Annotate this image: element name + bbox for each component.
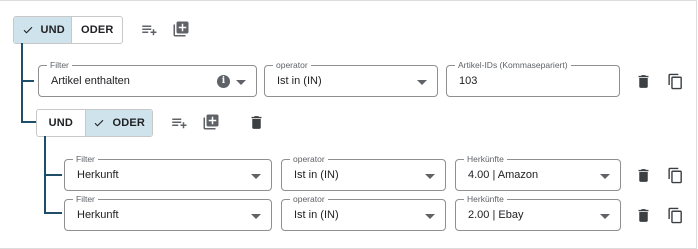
subrule-2-origin-select[interactable]: Herkünfte 2.00 | Ebay <box>455 194 621 231</box>
copy-icon <box>667 207 682 223</box>
subrule-2-delete-button[interactable] <box>632 204 654 226</box>
subgroup-add-rule-button[interactable] <box>168 112 190 134</box>
origin-value: 4.00 | Amazon <box>468 169 539 181</box>
check-icon <box>95 119 104 127</box>
root-und-label: UND <box>40 24 65 36</box>
origin-label: Herkünfte <box>464 154 507 164</box>
playlist-add-icon <box>172 118 187 129</box>
trash-icon <box>638 74 648 88</box>
root-add-group-button[interactable] <box>170 18 192 40</box>
caret-down-icon <box>425 214 435 219</box>
root-branch-rule <box>21 80 34 82</box>
root-oder-button[interactable]: ODER <box>71 17 122 43</box>
subrule-1-filter-select[interactable]: Filter Herkunft <box>64 154 272 191</box>
root-rule-delete-button[interactable] <box>632 70 654 92</box>
caret-down-icon <box>600 174 610 179</box>
filter-label: Filter <box>73 194 98 204</box>
root-rule-filter-select[interactable]: Filter Artikel enthalten i <box>38 60 257 97</box>
operator-value: Ist in (IN) <box>294 169 339 181</box>
subrule-1-delete-button[interactable] <box>632 164 654 186</box>
filter-value: Herkunft <box>77 169 119 181</box>
caret-down-icon <box>236 80 246 85</box>
caret-down-icon <box>417 80 427 85</box>
filter-value: Herkunft <box>77 209 119 221</box>
root-und-button[interactable]: UND <box>14 17 72 43</box>
trash-icon <box>251 115 261 129</box>
library-add-icon <box>173 21 189 37</box>
root-tree-line <box>21 43 23 122</box>
origin-value: 2.00 | Ebay <box>468 209 524 221</box>
info-icon[interactable]: i <box>217 75 230 88</box>
filter-label: Filter <box>73 154 98 164</box>
playlist-add-icon <box>142 25 157 36</box>
root-rule-operator-select[interactable]: operator Ist in (IN) <box>264 60 438 97</box>
caret-down-icon <box>251 174 261 179</box>
subrule-2-operator-select[interactable]: operator Ist in (IN) <box>281 194 446 231</box>
subrule-2-filter-select[interactable]: Filter Herkunft <box>64 194 272 231</box>
trash-icon <box>638 208 648 222</box>
subgroup-und-button[interactable]: UND <box>37 110 85 136</box>
operator-label: operator <box>290 154 328 164</box>
root-oder-label: ODER <box>80 24 114 36</box>
root-branch-subgroup <box>21 121 36 123</box>
subgroup-oder-label: ODER <box>112 117 146 129</box>
operator-value: Ist in (IN) <box>277 75 322 87</box>
library-add-icon <box>203 114 219 130</box>
filter-value: Artikel enthalten <box>51 75 130 87</box>
ids-value: 103 <box>459 75 478 87</box>
subgroup-branch-2 <box>44 212 62 214</box>
root-add-rule-button[interactable] <box>138 19 160 41</box>
caret-down-icon <box>251 214 261 219</box>
subgroup-branch-1 <box>44 174 62 176</box>
root-rule-copy-button[interactable] <box>664 70 686 92</box>
filter-label: Filter <box>47 60 72 70</box>
subgroup-logic-toggle: UND ODER <box>36 109 153 137</box>
operator-value: Ist in (IN) <box>294 209 339 221</box>
subgroup-add-group-button[interactable] <box>200 111 222 133</box>
check-icon <box>23 26 32 34</box>
subrule-1-operator-select[interactable]: operator Ist in (IN) <box>281 154 446 191</box>
operator-label: operator <box>273 60 311 70</box>
trash-icon <box>638 168 648 182</box>
subrule-2-copy-button[interactable] <box>664 204 686 226</box>
subgroup-oder-button[interactable]: ODER <box>84 110 152 136</box>
ids-label: Artikel-IDs (Kommasepariert) <box>455 60 571 70</box>
origin-label: Herkünfte <box>464 194 507 204</box>
copy-icon <box>667 167 682 183</box>
operator-label: operator <box>290 194 328 204</box>
caret-down-icon <box>600 214 610 219</box>
copy-icon <box>667 73 682 89</box>
subgroup-delete-button[interactable] <box>245 111 267 133</box>
root-logic-toggle: UND ODER <box>13 16 123 44</box>
root-rule-ids-input[interactable]: Artikel-IDs (Kommasepariert) 103 <box>446 60 620 97</box>
caret-down-icon <box>425 174 435 179</box>
subgroup-und-label: UND <box>48 117 73 129</box>
subrule-1-copy-button[interactable] <box>664 164 686 186</box>
subrule-1-origin-select[interactable]: Herkünfte 4.00 | Amazon <box>455 154 621 191</box>
